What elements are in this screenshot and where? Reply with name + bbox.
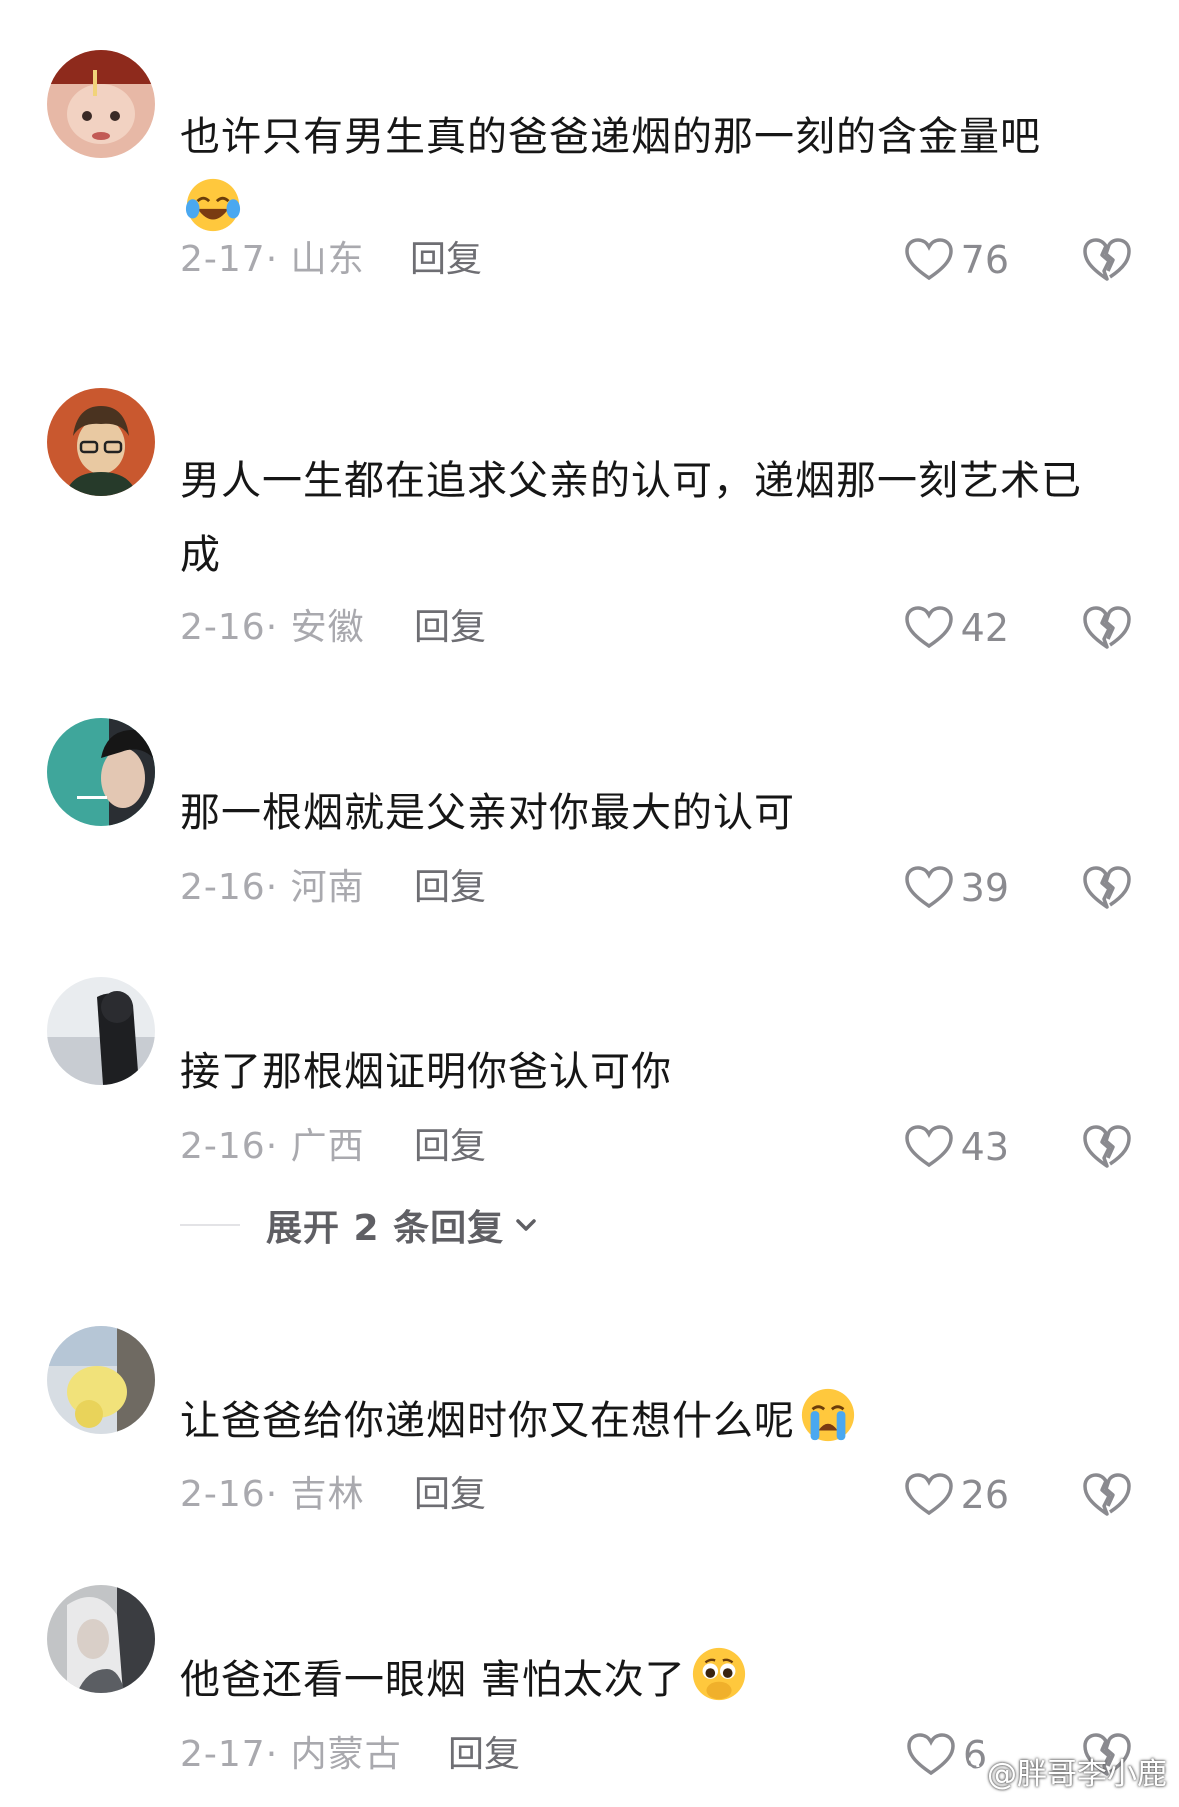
comment-date: 2-16 [180, 1126, 266, 1167]
divider [180, 1224, 240, 1226]
broken-heart-icon[interactable] [1083, 237, 1131, 283]
user-avatar[interactable] [47, 977, 155, 1085]
comment-meta: 2-16· 河南 回复 [180, 863, 486, 913]
heart-icon [904, 606, 953, 649]
like-count: 76 [960, 238, 1009, 282]
like-button[interactable]: 43 [904, 1122, 1009, 1172]
comment-location: 山东 [290, 239, 365, 280]
user-avatar[interactable] [47, 1585, 155, 1693]
user-avatar[interactable] [47, 50, 155, 158]
heart-icon [904, 1125, 953, 1168]
reply-button[interactable]: 回复 [410, 235, 482, 285]
like-button[interactable]: 39 [904, 863, 1009, 913]
user-avatar[interactable] [47, 718, 155, 826]
reply-button[interactable]: 回复 [414, 1470, 486, 1520]
comment-location: 广西 [290, 1126, 365, 1167]
expand-replies-label: 展开 2 条回复 [266, 1208, 505, 1249]
like-count: 26 [960, 1473, 1009, 1517]
like-button[interactable]: 26 [904, 1470, 1009, 1520]
watermark-text: @胖哥李小鹿 [987, 1757, 1167, 1792]
comment-meta: 2-16· 广西 回复 [180, 1122, 486, 1172]
heart-icon [904, 1473, 953, 1516]
broken-heart-icon[interactable] [1083, 1472, 1131, 1518]
chevron-down-icon [516, 1219, 536, 1231]
comment-date: 2-16 [180, 867, 266, 908]
reply-button[interactable]: 回复 [448, 1730, 520, 1780]
broken-heart-icon[interactable] [1083, 865, 1131, 911]
comment-meta: 2-16· 安徽 回复 [180, 603, 486, 653]
comment-location: 河南 [290, 867, 365, 908]
reply-button[interactable]: 回复 [414, 603, 486, 653]
broken-heart-icon[interactable] [1083, 1124, 1131, 1170]
like-count: 39 [960, 866, 1009, 910]
comment-date: 2-17 [180, 239, 266, 280]
comment-date: 2-17 [180, 1734, 266, 1775]
expand-replies-button[interactable]: 展开 2 条回复 [180, 1200, 540, 1250]
like-button[interactable]: 76 [904, 235, 1009, 285]
comment-text: 他爸还看一眼烟 害怕太次了 [180, 1643, 1120, 1717]
comment-meta: 2-17· 山东 回复 [180, 235, 482, 285]
comment-meta: 2-16· 吉林 回复 [180, 1470, 486, 1520]
like-button[interactable]: 42 [904, 603, 1009, 653]
like-count: 42 [960, 606, 1009, 650]
face-with-tears-of-joy-icon [185, 178, 241, 232]
comment-location: 吉林 [290, 1474, 365, 1515]
reply-button[interactable]: 回复 [414, 1122, 486, 1172]
weibo-logo-icon [941, 1757, 980, 1787]
heart-icon [904, 238, 953, 281]
comment-text: 男人一生都在追求父亲的认可，递烟那一刻艺术已成 [180, 458, 1082, 578]
comment-meta: 2-17· 内蒙古 回复 [180, 1730, 520, 1780]
like-count: 43 [960, 1125, 1009, 1169]
comment-text: 让爸爸给你递烟时你又在想什么呢 [180, 1384, 1120, 1458]
reply-button[interactable]: 回复 [414, 863, 486, 913]
comment-date: 2-16 [180, 607, 266, 648]
user-avatar[interactable] [47, 1326, 155, 1434]
heart-icon [904, 866, 953, 909]
comment-location: 安徽 [290, 607, 365, 648]
comment-text: 也许只有男生真的爸爸递烟的那一刻的含金量吧 [180, 100, 1120, 248]
comment-text: 接了那根烟证明你爸认可你 [180, 1049, 672, 1095]
comment-location: 内蒙古 [290, 1734, 402, 1775]
comment-text: 那一根烟就是父亲对你最大的认可 [180, 790, 795, 836]
loudly-crying-face-icon [801, 1388, 855, 1442]
user-avatar[interactable] [47, 388, 155, 496]
comment-date: 2-16 [180, 1474, 266, 1515]
face-holding-back-tears-icon [692, 1647, 745, 1701]
broken-heart-icon[interactable] [1083, 605, 1131, 651]
watermark: @胖哥李小鹿 [941, 1749, 1167, 1793]
